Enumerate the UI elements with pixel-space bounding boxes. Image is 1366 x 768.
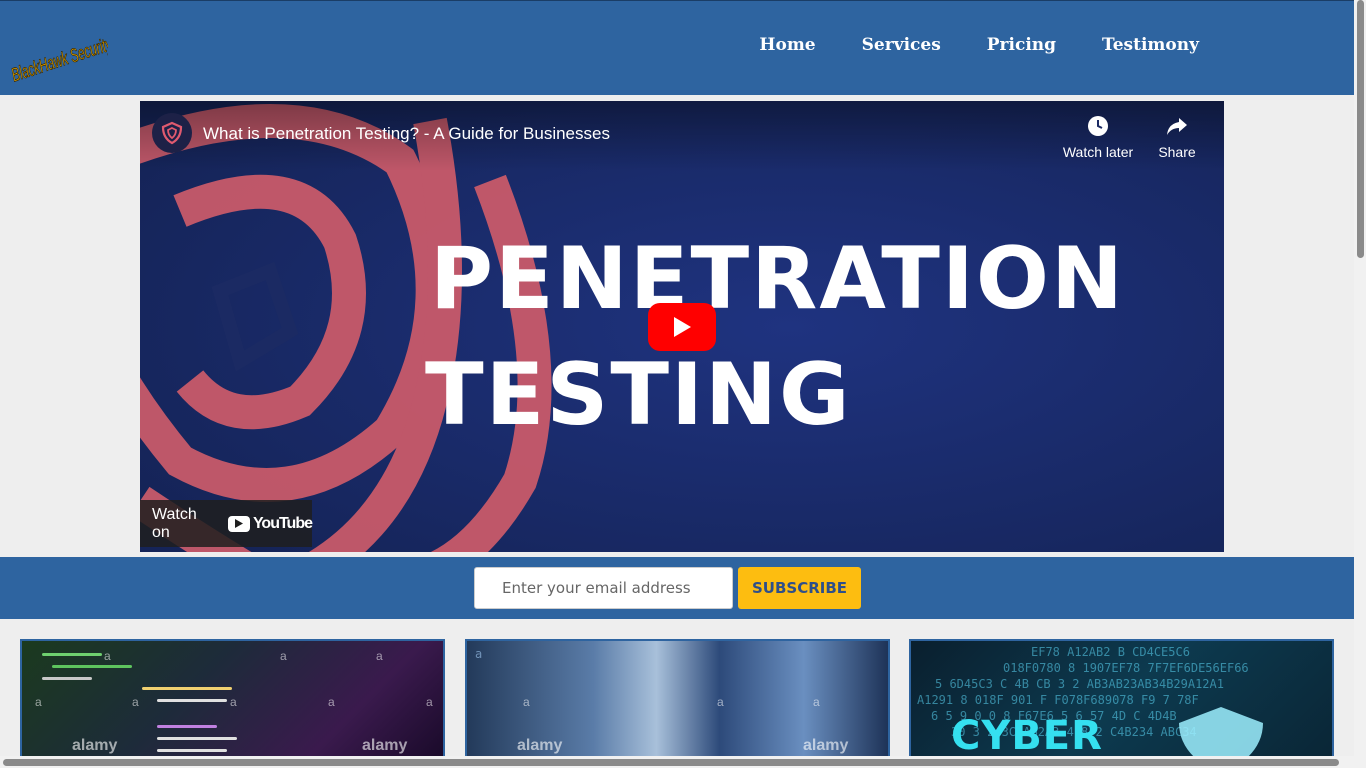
email-input[interactable]: [474, 567, 733, 609]
watermark: a: [35, 695, 42, 709]
watermark: a: [280, 649, 287, 663]
video-title[interactable]: What is Penetration Testing? - A Guide f…: [203, 124, 610, 144]
code-line: [42, 677, 92, 680]
hex-row: EF78 A12AB2 B CD4CE5C6: [1031, 645, 1190, 659]
hex-row: A1291 8 018F 901 F F078F689078 F9 7 78F: [917, 693, 1199, 707]
brand-logo[interactable]: BlackHawk Security: [4, 9, 116, 87]
nav-home[interactable]: Home: [759, 35, 815, 55]
play-icon: [674, 317, 691, 337]
subscribe-button[interactable]: SUBSCRIBE: [738, 567, 861, 609]
main-nav: Home Services Pricing Testimony: [759, 35, 1199, 55]
alamy-watermark: alamy: [517, 737, 563, 754]
horizontal-scrollbar-thumb[interactable]: [3, 759, 1339, 766]
watermark: a: [813, 695, 820, 709]
hex-row: 018F0780 8 1907EF78 7F7EF6DE56EF66: [1003, 661, 1249, 675]
shield-icon: [161, 121, 183, 145]
watermark: a: [717, 695, 724, 709]
share-label: Share: [1158, 144, 1196, 160]
nav-services[interactable]: Services: [862, 35, 941, 55]
brand-logo-graphic: BlackHawk Security: [9, 34, 116, 87]
youtube-logo: YouTube: [227, 514, 313, 533]
watermark: a: [426, 695, 433, 709]
youtube-wordmark: YouTube: [252, 514, 313, 532]
code-line: [42, 653, 102, 656]
code-line: [157, 749, 227, 752]
thumbnail-headline-1: PENETRATION: [430, 229, 1126, 329]
code-line: [52, 665, 132, 668]
hex-row: 5 6D45C3 C 4B CB 3 2 AB3AB23AB34B29A12A1: [935, 677, 1224, 691]
watermark: a: [328, 695, 335, 709]
service-card-2[interactable]: a a a a alamy alamy: [465, 639, 890, 759]
cyber-text: CYBER: [951, 713, 1103, 759]
vertical-scrollbar-thumb[interactable]: [1357, 0, 1364, 258]
watermark: a: [104, 649, 111, 663]
channel-avatar[interactable]: [152, 113, 192, 153]
code-line: [142, 687, 232, 690]
watermark: a: [523, 695, 530, 709]
watermark: a: [376, 649, 383, 663]
alamy-watermark: alamy: [362, 737, 408, 754]
subscribe-band: SUBSCRIBE: [0, 557, 1354, 619]
watermark: a: [132, 695, 139, 709]
watch-on-label: Watch on: [152, 505, 197, 541]
site-header: BlackHawk Security Home Services Pricing…: [0, 0, 1354, 95]
code-line: [157, 737, 237, 740]
share-button[interactable]: Share: [1152, 114, 1202, 160]
watch-later-button[interactable]: Watch later: [1062, 114, 1134, 160]
watch-later-label: Watch later: [1062, 144, 1134, 160]
youtube-embed[interactable]: What is Penetration Testing? - A Guide f…: [140, 101, 1224, 552]
play-button[interactable]: [648, 303, 716, 351]
watermark: a: [230, 695, 237, 709]
alamy-watermark: alamy: [803, 737, 849, 754]
code-line: [157, 725, 217, 728]
share-arrow-icon: [1167, 118, 1187, 135]
youtube-play-icon: [227, 515, 250, 532]
svg-text:BlackHawk Security: BlackHawk Security: [9, 34, 108, 86]
nav-testimony[interactable]: Testimony: [1102, 35, 1199, 55]
clock-icon: [1088, 116, 1108, 136]
service-card-3[interactable]: EF78 A12AB2 B CD4CE5C6 018F0780 8 1907EF…: [909, 639, 1334, 759]
thumbnail-headline-2: TESTING: [425, 345, 852, 445]
alamy-watermark: alamy: [72, 737, 118, 754]
watch-on-youtube[interactable]: Watch on YouTube: [140, 500, 313, 547]
service-card-1[interactable]: a a a a a a a a alamy alamy: [20, 639, 445, 759]
code-line: [157, 699, 227, 702]
shield-graphic-icon: [1179, 707, 1263, 757]
watermark: a: [475, 647, 483, 661]
nav-pricing[interactable]: Pricing: [987, 35, 1056, 55]
